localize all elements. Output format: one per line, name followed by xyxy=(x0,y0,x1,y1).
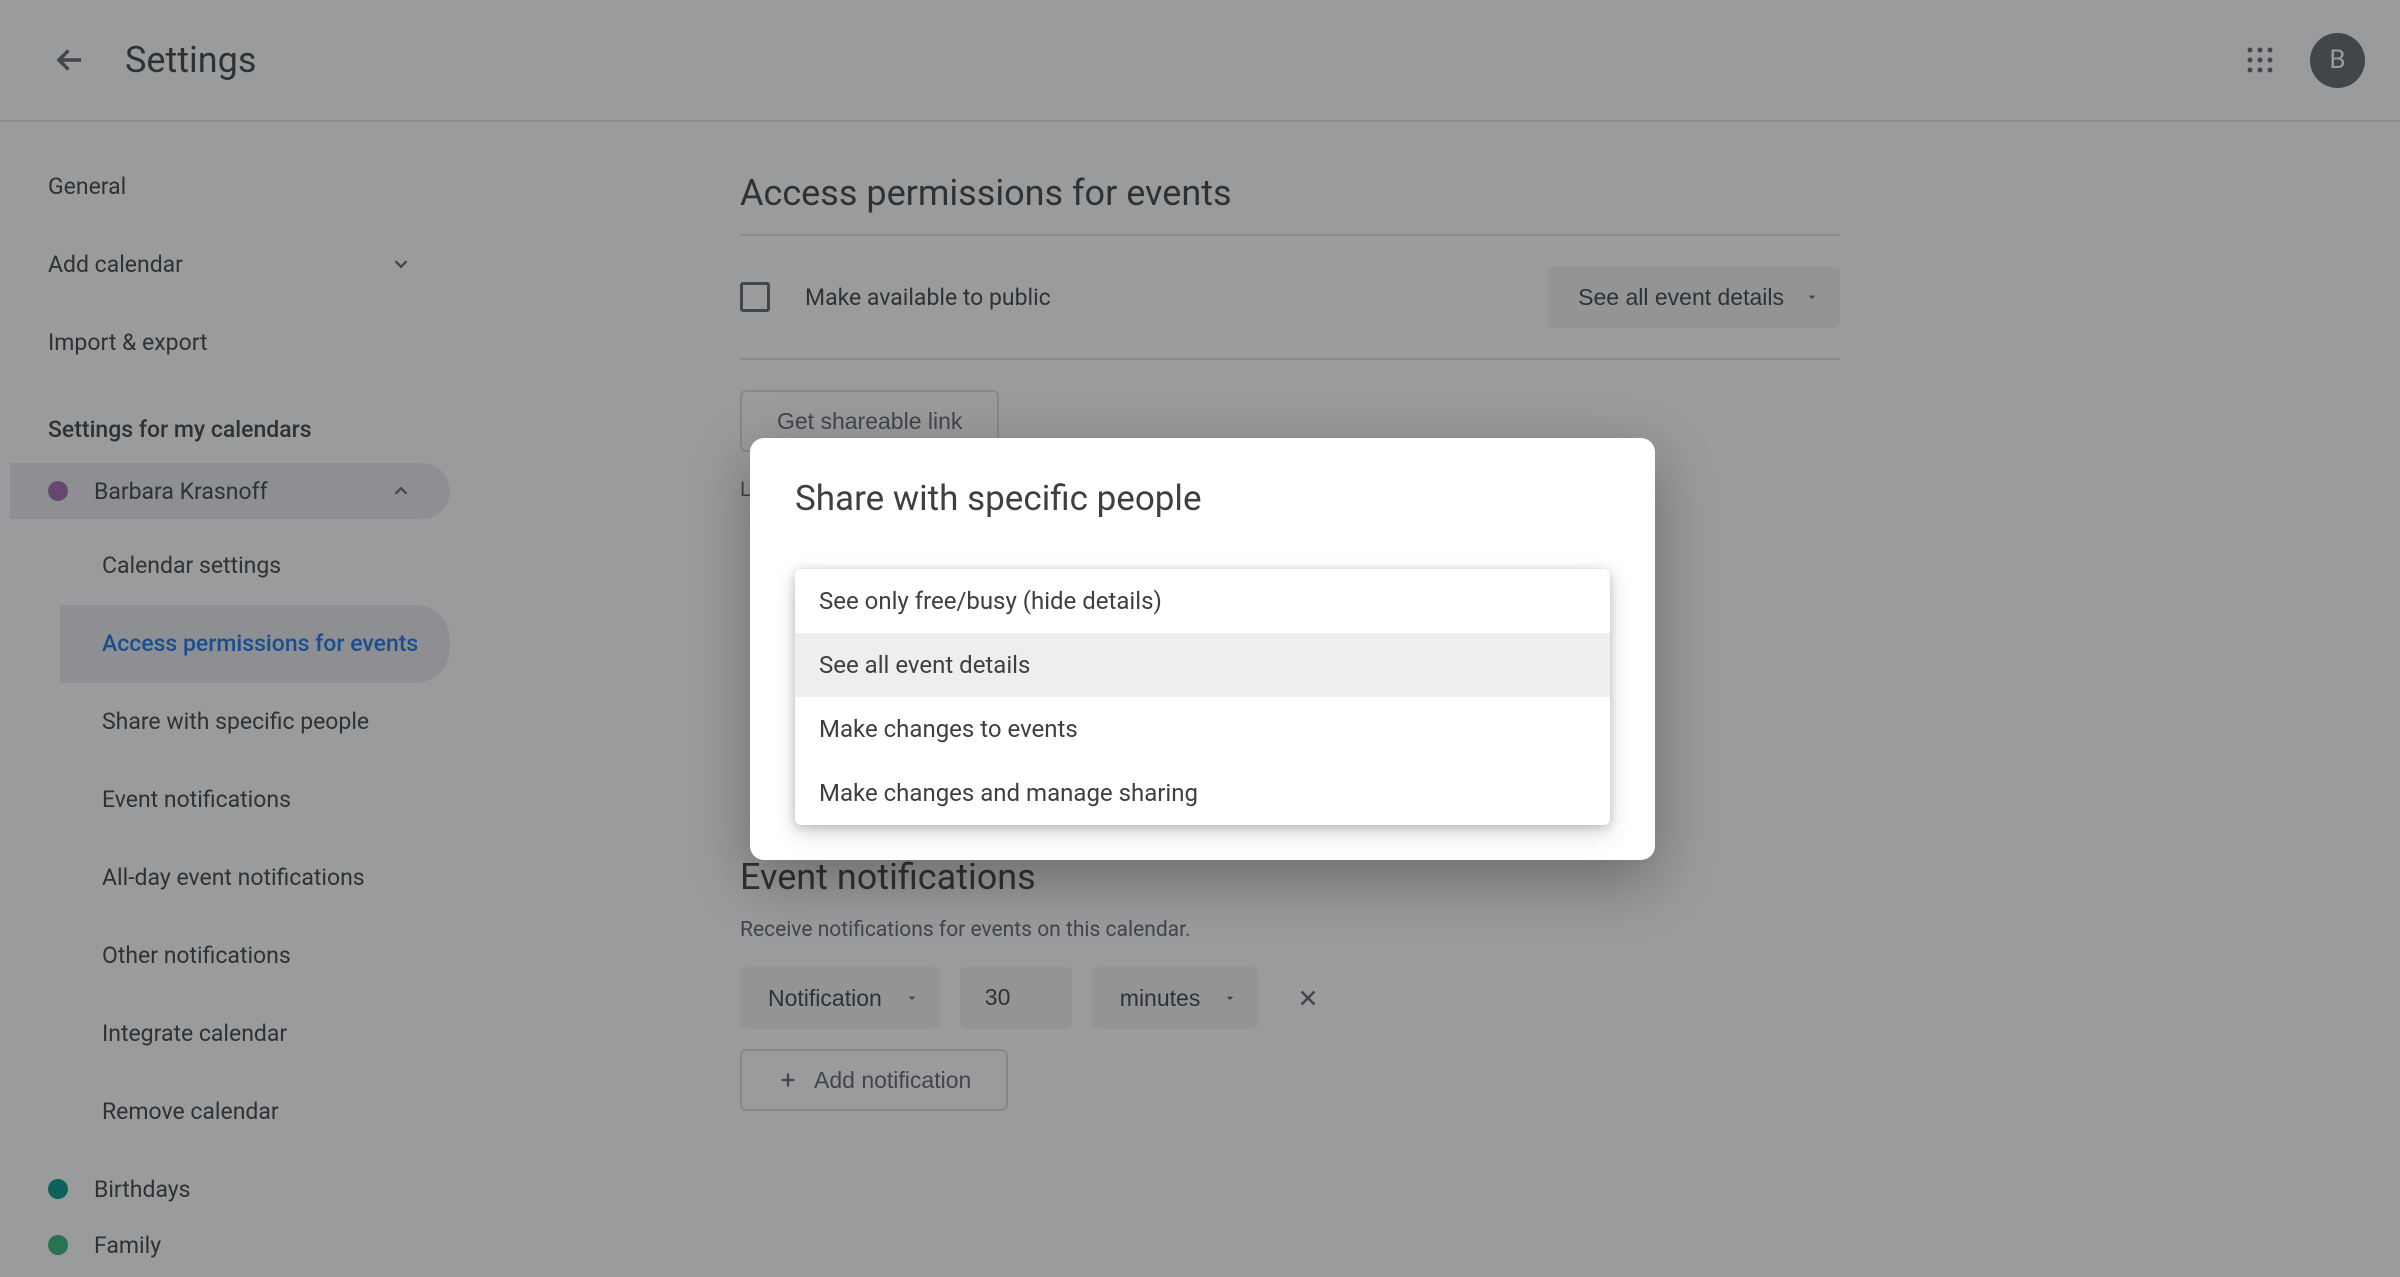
dialog-title: Share with specific people xyxy=(750,438,1655,549)
option-label: Make changes to events xyxy=(819,715,1078,743)
share-dialog: Share with specific people See only free… xyxy=(750,438,1655,860)
permission-option-freebusy[interactable]: See only free/busy (hide details) xyxy=(795,569,1610,633)
option-label: See only free/busy (hide details) xyxy=(819,587,1162,615)
permission-option-manage-sharing[interactable]: Make changes and manage sharing xyxy=(795,761,1610,825)
option-label: Make changes and manage sharing xyxy=(819,779,1198,807)
permission-option-make-changes[interactable]: Make changes to events xyxy=(795,697,1610,761)
option-label: See all event details xyxy=(819,651,1030,679)
permission-option-all-details[interactable]: See all event details xyxy=(795,633,1610,697)
permission-dropdown-menu: See only free/busy (hide details) See al… xyxy=(795,569,1610,825)
